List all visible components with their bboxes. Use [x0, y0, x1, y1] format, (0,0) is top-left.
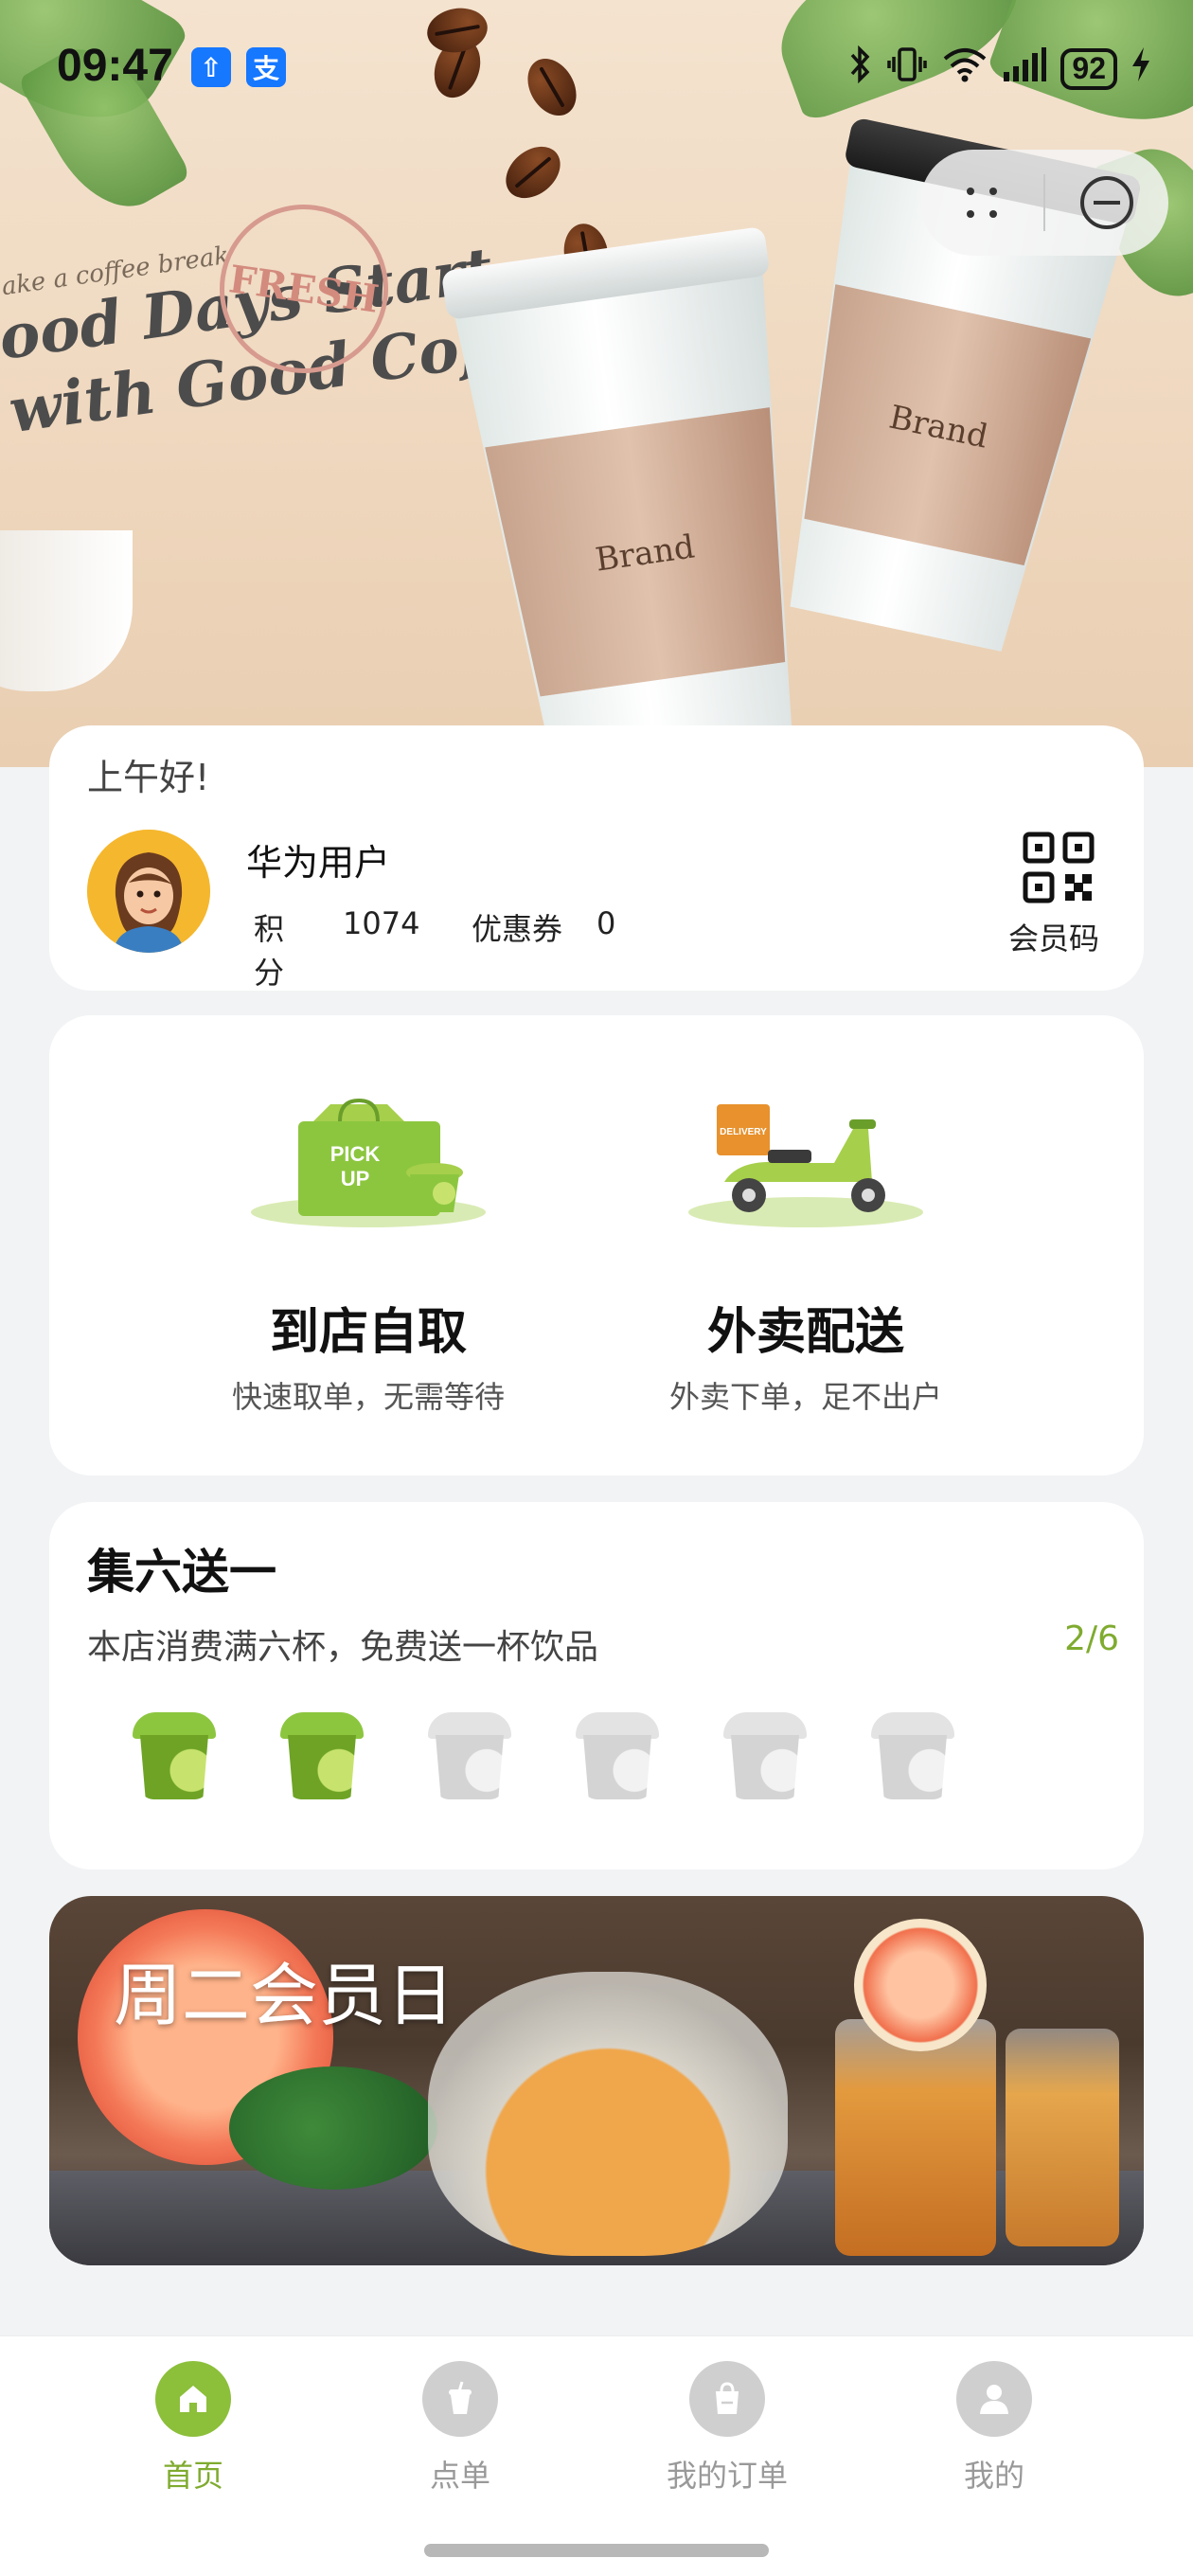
tea-glass-image [835, 2019, 996, 2256]
tea-glass-image [1006, 2029, 1119, 2246]
signal-icon [1002, 45, 1047, 92]
close-miniprogram-button[interactable] [1045, 150, 1168, 256]
more-button[interactable] [920, 150, 1043, 256]
member-stats: 积分 1074 优惠券 0 [254, 905, 615, 993]
nav-home[interactable]: 首页 [98, 2361, 288, 2496]
nav-profile-label: 我的 [963, 2458, 1024, 2494]
more-dots-icon [967, 188, 997, 218]
status-time: 09:47 [57, 41, 173, 91]
member-card: 上午好! 华为用户 积分 1074 优惠券 0 会员码 [49, 725, 1144, 991]
stamp-cup-collected-icon [280, 1712, 364, 1803]
status-indicators: 92 [848, 45, 1151, 92]
bluetooth-icon [848, 45, 873, 92]
battery-indicator: 92 [1060, 47, 1117, 90]
nav-my-orders-label: 我的订单 [666, 2458, 788, 2494]
delivery-option[interactable]: DELIVERY 外卖配送 外卖下单，足不出户 [591, 1015, 1021, 1476]
home-icon [155, 2361, 231, 2437]
stamp-cup-empty-icon [576, 1712, 659, 1803]
stamp-card-description: 本店消费满六杯，免费送一杯饮品 [87, 1628, 599, 1667]
status-bar: 09:47 ⇧ 支 92 [0, 0, 1193, 133]
grapefruit-slice-image [854, 1919, 987, 2051]
coffee-mug [0, 530, 133, 691]
promo-banner[interactable]: 周二会员日 [49, 1896, 1144, 2265]
coupons-value[interactable]: 0 [596, 905, 615, 993]
miniprogram-capsule [920, 150, 1168, 256]
stamp-card-title: 集六送一 [87, 1545, 276, 1600]
svg-text:DELIVERY: DELIVERY [720, 1127, 767, 1137]
nav-order[interactable]: 点单 [365, 2361, 555, 2496]
stamp-card[interactable]: 集六送一 本店消费满六杯，免费送一杯饮品 2/6 [49, 1502, 1144, 1869]
wifi-icon [941, 45, 988, 92]
alipay-icon: 支 [246, 47, 286, 87]
coffee-cup-front: Brand [441, 225, 831, 767]
delivery-scooter-icon: DELIVERY [688, 1104, 923, 1227]
stamp-cup-empty-icon [428, 1712, 511, 1803]
delivery-subtitle: 外卖下单，足不出户 [668, 1379, 942, 1415]
svg-text:PICK: PICK [330, 1142, 381, 1166]
stamp-progress: 2/6 [1064, 1619, 1119, 1658]
pickup-title: 到店自取 [269, 1304, 467, 1361]
nav-order-label: 点单 [429, 2458, 490, 2494]
svg-text:UP: UP [341, 1167, 370, 1190]
qr-code-icon [1023, 832, 1095, 903]
minimize-icon [1080, 176, 1133, 229]
shopping-bag-icon [689, 2361, 765, 2437]
bottom-navigation: 首页 点单 我的订单 我的 [0, 2335, 1193, 2576]
home-indicator[interactable] [424, 2544, 769, 2557]
stamp-cup-empty-icon [871, 1712, 954, 1803]
charging-icon [1131, 45, 1151, 92]
points-value[interactable]: 1074 [343, 905, 472, 993]
stamp-cups-row [133, 1712, 954, 1803]
points-label: 积分 [254, 911, 285, 991]
delivery-title: 外卖配送 [706, 1304, 904, 1361]
coupons-label: 优惠券 [472, 911, 563, 947]
pickup-bag-icon: PICK UP [251, 1098, 486, 1227]
nav-home-label: 首页 [162, 2458, 223, 2494]
pickup-option[interactable]: PICK UP 到店自取 快速取单，无需等待 [153, 1015, 583, 1476]
nav-my-orders[interactable]: 我的订单 [632, 2361, 822, 2496]
vibrate-icon [886, 45, 928, 92]
pickup-subtitle: 快速取单，无需等待 [231, 1379, 505, 1415]
drink-cup-icon [422, 2361, 498, 2437]
stamp-cup-collected-icon [133, 1712, 216, 1803]
upload-app-icon: ⇧ [191, 47, 231, 87]
teapot-image [428, 1972, 788, 2256]
person-icon [956, 2361, 1032, 2437]
username: 华为用户 [246, 842, 391, 884]
member-code-label: 会员码 [1007, 921, 1099, 957]
promo-title: 周二会员日 [114, 1956, 455, 2035]
greeting-text: 上午好! [87, 757, 210, 798]
order-mode-card: PICK UP 到店自取 快速取单，无需等待 DELIVERY 外卖配送 外卖下… [49, 1015, 1144, 1476]
avatar[interactable] [87, 830, 210, 953]
member-code-button[interactable]: 会员码 [1008, 832, 1106, 958]
basil-image [229, 2066, 437, 2190]
nav-profile[interactable]: 我的 [899, 2361, 1089, 2496]
stamp-cup-empty-icon [723, 1712, 807, 1803]
avatar-illustration-icon [87, 830, 210, 953]
